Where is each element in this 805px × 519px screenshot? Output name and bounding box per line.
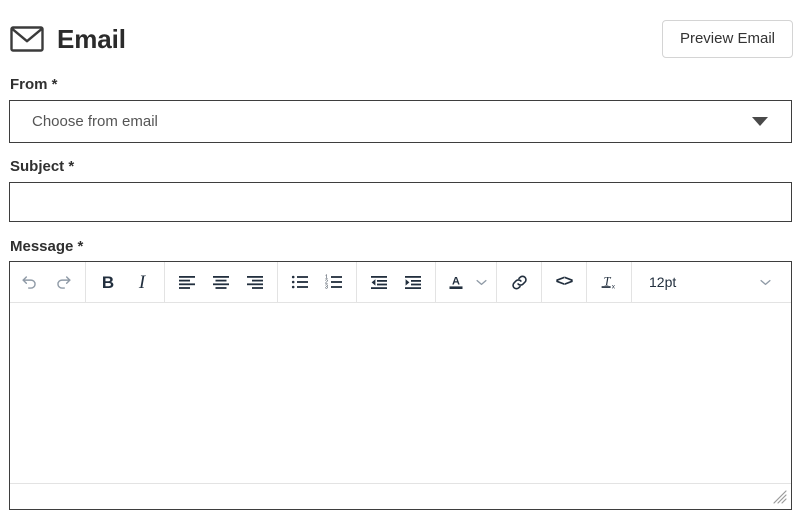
text-color-menu-button[interactable] xyxy=(471,267,491,297)
svg-text:A: A xyxy=(452,276,460,288)
svg-text:x: x xyxy=(612,283,616,290)
clear-format-group: T x xyxy=(592,262,626,302)
from-email-select[interactable]: Choose from email xyxy=(9,100,792,143)
source-code-icon: <> xyxy=(555,273,574,290)
source-group: <> xyxy=(547,262,581,302)
page-title: Email xyxy=(57,24,126,54)
toolbar-separator xyxy=(541,261,542,303)
outdent-button[interactable] xyxy=(362,267,396,297)
message-body-editable[interactable] xyxy=(10,303,791,483)
source-code-button[interactable]: <> xyxy=(547,267,581,297)
indent-icon xyxy=(404,273,422,291)
undo-button[interactable] xyxy=(12,267,46,297)
align-right-icon xyxy=(246,273,264,291)
toolbar-separator xyxy=(496,261,497,303)
chevron-down-icon xyxy=(760,279,771,286)
toolbar-separator xyxy=(164,261,165,303)
align-right-button[interactable] xyxy=(238,267,272,297)
redo-icon xyxy=(54,273,73,292)
list-group: 1 2 3 xyxy=(283,262,351,302)
editor-status-bar xyxy=(10,483,791,509)
outdent-icon xyxy=(370,273,388,291)
font-size-value: 12pt xyxy=(649,274,677,290)
toolbar-separator xyxy=(277,261,278,303)
font-size-select[interactable]: 12pt xyxy=(637,267,782,297)
toolbar-separator xyxy=(435,261,436,303)
link-icon xyxy=(510,273,529,292)
undo-icon xyxy=(20,273,39,292)
toolbar-separator xyxy=(85,261,86,303)
numbered-list-button[interactable]: 1 2 3 xyxy=(317,267,351,297)
align-center-icon xyxy=(212,273,230,291)
subject-input[interactable] xyxy=(9,182,792,222)
email-compose-page: Email Preview Email From * Choose from e… xyxy=(0,0,805,519)
toolbar-separator xyxy=(586,261,587,303)
toolbar-separator xyxy=(631,261,632,303)
subject-label: Subject * xyxy=(10,158,75,175)
redo-button[interactable] xyxy=(46,267,80,297)
clear-formatting-icon: T x xyxy=(600,273,618,291)
align-left-button[interactable] xyxy=(170,267,204,297)
preview-email-button[interactable]: Preview Email xyxy=(661,20,793,58)
from-label: From * xyxy=(10,76,58,93)
history-group xyxy=(12,262,80,302)
resize-grip-icon[interactable] xyxy=(773,489,787,504)
text-color-button[interactable]: A xyxy=(441,267,471,297)
bold-icon: B xyxy=(101,272,115,292)
envelope-icon xyxy=(10,26,44,52)
bullet-list-icon xyxy=(291,273,309,291)
indent-group xyxy=(362,262,430,302)
chevron-down-icon xyxy=(475,279,487,286)
link-group xyxy=(502,262,536,302)
from-email-selected-value: Choose from email xyxy=(32,113,158,130)
page-header: Email Preview Email xyxy=(10,16,793,62)
svg-text:3: 3 xyxy=(325,285,328,291)
chevron-down-icon xyxy=(752,117,768,126)
text-color-group: A xyxy=(441,262,491,302)
page-header-left: Email xyxy=(10,26,126,52)
message-rich-text-editor: B I 1 2 3 A <> T x 12pt xyxy=(9,261,792,510)
indent-button[interactable] xyxy=(396,267,430,297)
message-label: Message * xyxy=(10,238,84,255)
align-center-button[interactable] xyxy=(204,267,238,297)
toolbar-separator xyxy=(356,261,357,303)
italic-icon: I xyxy=(138,271,146,293)
text-color-icon: A xyxy=(447,273,465,291)
bold-button[interactable]: B xyxy=(91,267,125,297)
editor-toolbar: B I 1 2 3 A <> T x 12pt xyxy=(10,261,791,303)
clear-formatting-button[interactable]: T x xyxy=(592,267,626,297)
numbered-list-icon: 1 2 3 xyxy=(325,273,343,291)
insert-link-button[interactable] xyxy=(502,267,536,297)
text-style-group: B I xyxy=(91,262,159,302)
alignment-group xyxy=(170,262,272,302)
bullet-list-button[interactable] xyxy=(283,267,317,297)
italic-button[interactable]: I xyxy=(125,267,159,297)
align-left-icon xyxy=(178,273,196,291)
